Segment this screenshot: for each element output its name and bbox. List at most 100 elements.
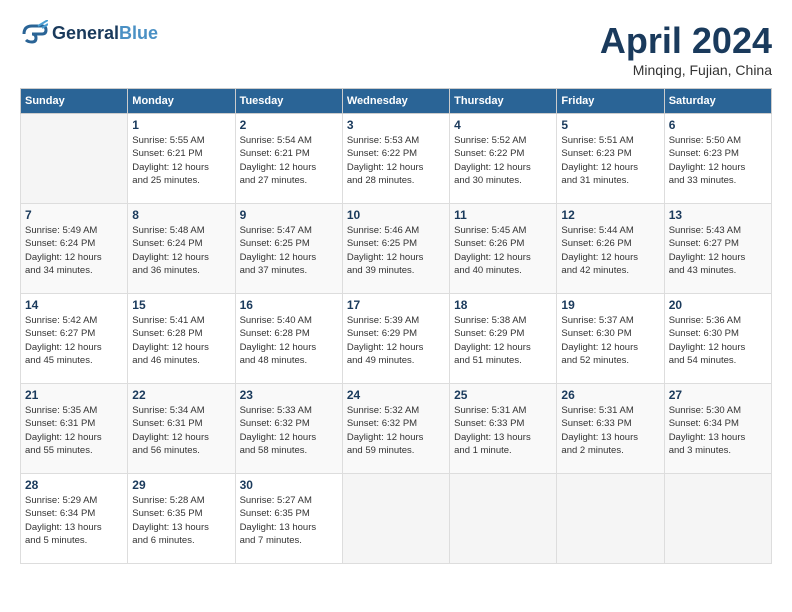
day-info: Sunrise: 5:55 AM Sunset: 6:21 PM Dayligh…: [132, 134, 230, 187]
calendar-week-row: 7 Sunrise: 5:49 AM Sunset: 6:24 PM Daylig…: [21, 204, 772, 294]
day-number: 14: [25, 298, 123, 312]
calendar-day-cell: 13 Sunrise: 5:43 AM Sunset: 6:27 PM Dayli…: [664, 204, 771, 294]
weekday-header: Tuesday: [235, 89, 342, 114]
day-number: 13: [669, 208, 767, 222]
logo-text: GeneralBlue: [52, 24, 158, 44]
weekday-header-row: SundayMondayTuesdayWednesdayThursdayFrid…: [21, 89, 772, 114]
calendar-day-cell: 11Sunrise: 5:45 AM Sunset: 6:26 PM Dayli…: [450, 204, 557, 294]
day-info: Sunrise: 5:35 AM Sunset: 6:31 PM Dayligh…: [25, 404, 123, 457]
day-number: 22: [132, 388, 230, 402]
logo: GeneralBlue: [20, 20, 158, 48]
calendar-day-cell: 20Sunrise: 5:36 AM Sunset: 6:30 PM Dayli…: [664, 294, 771, 384]
day-info: Sunrise: 5:31 AM Sunset: 6:33 PM Dayligh…: [454, 404, 552, 457]
day-info: Sunrise: 5:29 AM Sunset: 6:34 PM Dayligh…: [25, 494, 123, 547]
calendar-day-cell: 27 Sunrise: 5:30 AM Sunset: 6:34 PM Dayli…: [664, 384, 771, 474]
calendar-day-cell: 5Sunrise: 5:51 AM Sunset: 6:23 PM Daylig…: [557, 114, 664, 204]
title-block: April 2024 Minqing, Fujian, China: [600, 20, 772, 78]
day-info: Sunrise: 5:50 AM Sunset: 6:23 PM Dayligh…: [669, 134, 767, 187]
calendar-day-cell: [557, 474, 664, 564]
day-number: 16: [240, 298, 338, 312]
weekday-header: Monday: [128, 89, 235, 114]
calendar-day-cell: 10 Sunrise: 5:46 AM Sunset: 6:25 PM Dayli…: [342, 204, 449, 294]
day-info: Sunrise: 5:39 AM Sunset: 6:29 PM Dayligh…: [347, 314, 445, 367]
calendar-week-row: 21 Sunrise: 5:35 AM Sunset: 6:31 PM Dayli…: [21, 384, 772, 474]
calendar-day-cell: [21, 114, 128, 204]
day-info: Sunrise: 5:28 AM Sunset: 6:35 PM Dayligh…: [132, 494, 230, 547]
day-number: 1: [132, 118, 230, 132]
calendar-day-cell: [664, 474, 771, 564]
calendar-day-cell: 7 Sunrise: 5:49 AM Sunset: 6:24 PM Daylig…: [21, 204, 128, 294]
day-info: Sunrise: 5:45 AM Sunset: 6:26 PM Dayligh…: [454, 224, 552, 277]
day-number: 30: [240, 478, 338, 492]
calendar-day-cell: 12Sunrise: 5:44 AM Sunset: 6:26 PM Dayli…: [557, 204, 664, 294]
calendar-day-cell: 14 Sunrise: 5:42 AM Sunset: 6:27 PM Dayli…: [21, 294, 128, 384]
day-number: 28: [25, 478, 123, 492]
calendar-week-row: 14 Sunrise: 5:42 AM Sunset: 6:27 PM Dayli…: [21, 294, 772, 384]
day-number: 21: [25, 388, 123, 402]
day-number: 2: [240, 118, 338, 132]
page-header: GeneralBlue April 2024 Minqing, Fujian, …: [20, 20, 772, 78]
day-info: Sunrise: 5:27 AM Sunset: 6:35 PM Dayligh…: [240, 494, 338, 547]
calendar-day-cell: 2 Sunrise: 5:54 AM Sunset: 6:21 PM Daylig…: [235, 114, 342, 204]
day-number: 26: [561, 388, 659, 402]
calendar-day-cell: 21 Sunrise: 5:35 AM Sunset: 6:31 PM Dayli…: [21, 384, 128, 474]
calendar-day-cell: 25 Sunrise: 5:31 AM Sunset: 6:33 PM Dayli…: [450, 384, 557, 474]
day-info: Sunrise: 5:30 AM Sunset: 6:34 PM Dayligh…: [669, 404, 767, 457]
calendar-day-cell: 26 Sunrise: 5:31 AM Sunset: 6:33 PM Dayli…: [557, 384, 664, 474]
calendar-week-row: 1 Sunrise: 5:55 AM Sunset: 6:21 PM Daylig…: [21, 114, 772, 204]
day-info: Sunrise: 5:51 AM Sunset: 6:23 PM Dayligh…: [561, 134, 659, 187]
weekday-header: Thursday: [450, 89, 557, 114]
location-subtitle: Minqing, Fujian, China: [600, 62, 772, 78]
day-info: Sunrise: 5:53 AM Sunset: 6:22 PM Dayligh…: [347, 134, 445, 187]
day-number: 15: [132, 298, 230, 312]
day-info: Sunrise: 5:46 AM Sunset: 6:25 PM Dayligh…: [347, 224, 445, 277]
day-info: Sunrise: 5:47 AM Sunset: 6:25 PM Dayligh…: [240, 224, 338, 277]
day-number: 9: [240, 208, 338, 222]
calendar-day-cell: 23Sunrise: 5:33 AM Sunset: 6:32 PM Dayli…: [235, 384, 342, 474]
calendar-day-cell: 1 Sunrise: 5:55 AM Sunset: 6:21 PM Daylig…: [128, 114, 235, 204]
day-number: 20: [669, 298, 767, 312]
calendar-day-cell: 24 Sunrise: 5:32 AM Sunset: 6:32 PM Dayli…: [342, 384, 449, 474]
day-number: 3: [347, 118, 445, 132]
calendar-day-cell: 4 Sunrise: 5:52 AM Sunset: 6:22 PM Daylig…: [450, 114, 557, 204]
day-number: 7: [25, 208, 123, 222]
day-number: 24: [347, 388, 445, 402]
month-title: April 2024: [600, 20, 772, 62]
calendar-day-cell: 8Sunrise: 5:48 AM Sunset: 6:24 PM Daylig…: [128, 204, 235, 294]
day-number: 4: [454, 118, 552, 132]
day-info: Sunrise: 5:44 AM Sunset: 6:26 PM Dayligh…: [561, 224, 659, 277]
calendar-day-cell: 29 Sunrise: 5:28 AM Sunset: 6:35 PM Dayli…: [128, 474, 235, 564]
day-info: Sunrise: 5:43 AM Sunset: 6:27 PM Dayligh…: [669, 224, 767, 277]
day-number: 18: [454, 298, 552, 312]
calendar-day-cell: 19 Sunrise: 5:37 AM Sunset: 6:30 PM Dayli…: [557, 294, 664, 384]
day-info: Sunrise: 5:34 AM Sunset: 6:31 PM Dayligh…: [132, 404, 230, 457]
calendar-day-cell: 28 Sunrise: 5:29 AM Sunset: 6:34 PM Dayli…: [21, 474, 128, 564]
day-info: Sunrise: 5:31 AM Sunset: 6:33 PM Dayligh…: [561, 404, 659, 457]
day-info: Sunrise: 5:52 AM Sunset: 6:22 PM Dayligh…: [454, 134, 552, 187]
calendar-day-cell: 9 Sunrise: 5:47 AM Sunset: 6:25 PM Daylig…: [235, 204, 342, 294]
calendar-day-cell: 6 Sunrise: 5:50 AM Sunset: 6:23 PM Daylig…: [664, 114, 771, 204]
calendar-day-cell: 17Sunrise: 5:39 AM Sunset: 6:29 PM Dayli…: [342, 294, 449, 384]
calendar-day-cell: 30 Sunrise: 5:27 AM Sunset: 6:35 PM Dayli…: [235, 474, 342, 564]
day-number: 25: [454, 388, 552, 402]
day-info: Sunrise: 5:54 AM Sunset: 6:21 PM Dayligh…: [240, 134, 338, 187]
day-number: 29: [132, 478, 230, 492]
day-info: Sunrise: 5:42 AM Sunset: 6:27 PM Dayligh…: [25, 314, 123, 367]
weekday-header: Friday: [557, 89, 664, 114]
day-number: 6: [669, 118, 767, 132]
calendar-day-cell: 15 Sunrise: 5:41 AM Sunset: 6:28 PM Dayli…: [128, 294, 235, 384]
day-number: 27: [669, 388, 767, 402]
calendar-day-cell: 22 Sunrise: 5:34 AM Sunset: 6:31 PM Dayli…: [128, 384, 235, 474]
calendar-week-row: 28 Sunrise: 5:29 AM Sunset: 6:34 PM Dayli…: [21, 474, 772, 564]
day-number: 8: [132, 208, 230, 222]
day-info: Sunrise: 5:49 AM Sunset: 6:24 PM Dayligh…: [25, 224, 123, 277]
day-number: 19: [561, 298, 659, 312]
day-number: 10: [347, 208, 445, 222]
day-info: Sunrise: 5:32 AM Sunset: 6:32 PM Dayligh…: [347, 404, 445, 457]
weekday-header: Saturday: [664, 89, 771, 114]
calendar-day-cell: 16 Sunrise: 5:40 AM Sunset: 6:28 PM Dayli…: [235, 294, 342, 384]
day-info: Sunrise: 5:41 AM Sunset: 6:28 PM Dayligh…: [132, 314, 230, 367]
weekday-header: Sunday: [21, 89, 128, 114]
day-info: Sunrise: 5:37 AM Sunset: 6:30 PM Dayligh…: [561, 314, 659, 367]
day-info: Sunrise: 5:40 AM Sunset: 6:28 PM Dayligh…: [240, 314, 338, 367]
